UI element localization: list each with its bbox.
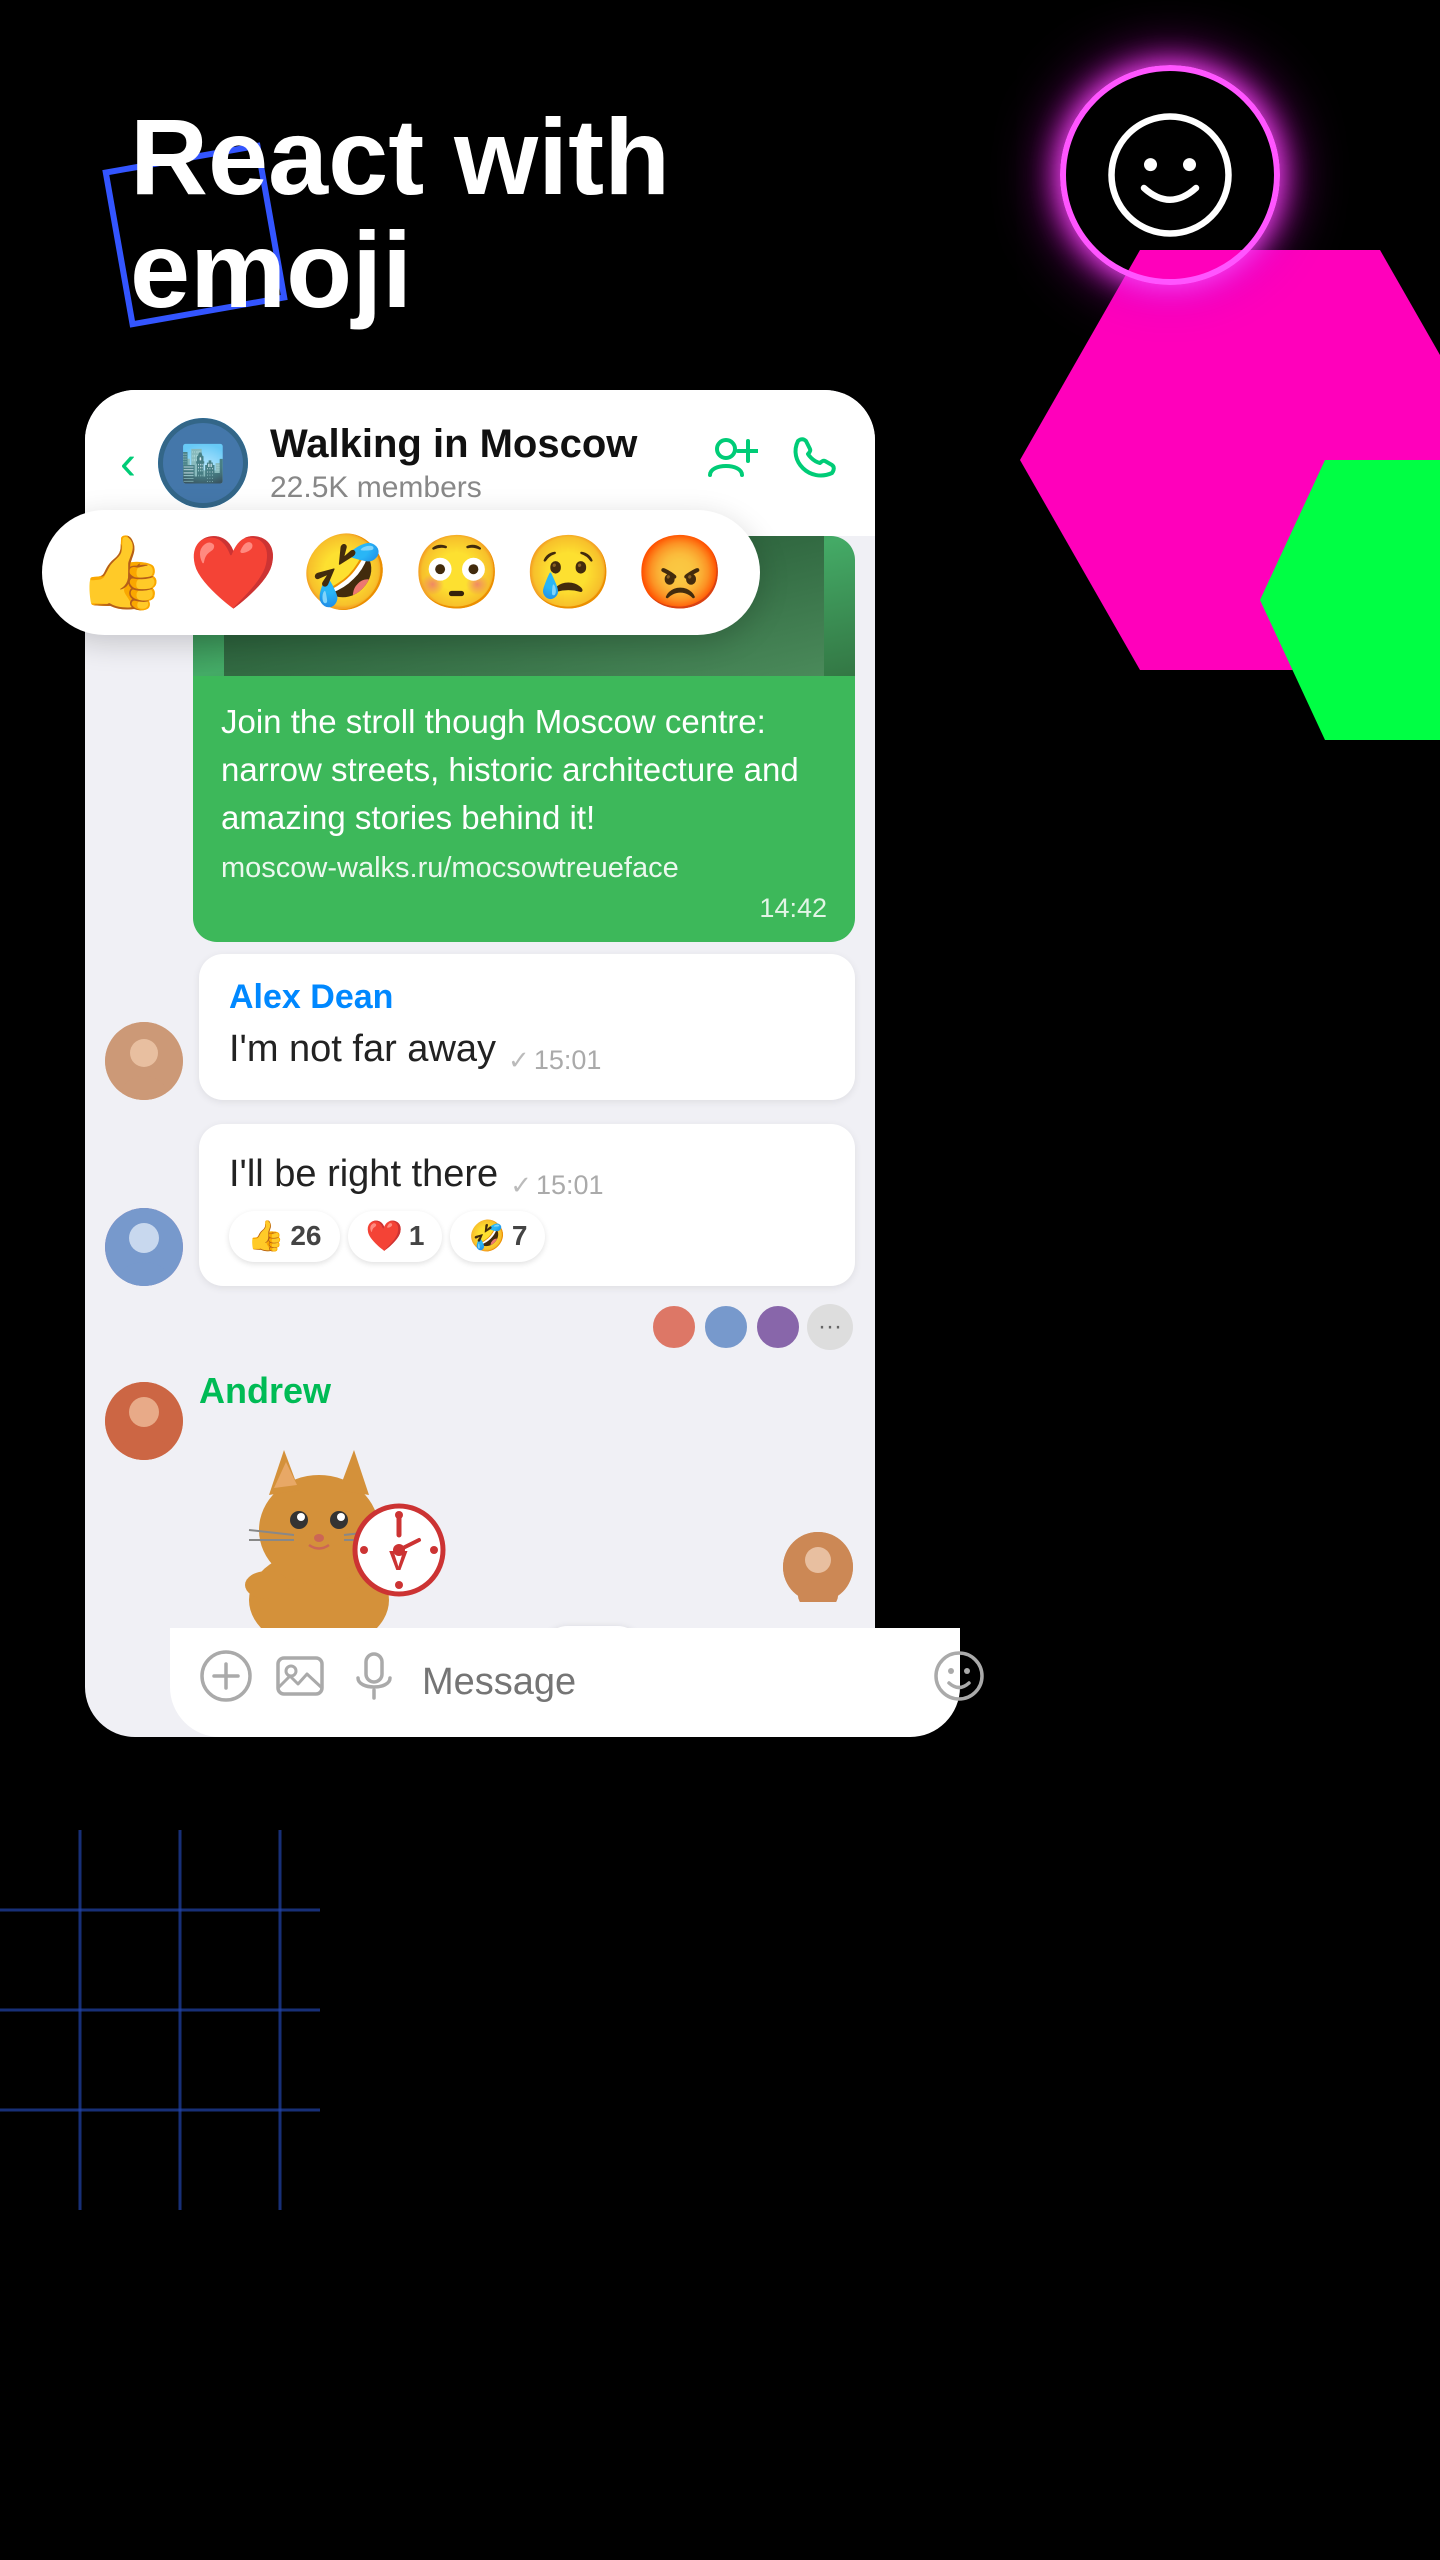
green-message-text: Join the stroll though Moscow centre: na…: [221, 698, 827, 842]
alex-dean-bubble: Alex Dean I'm not far away ✓ 15:01: [199, 954, 855, 1100]
grid-lines-decoration: [0, 1830, 320, 2210]
alex-dean-text: I'm not far away: [229, 1023, 496, 1076]
alex-dean-name: Alex Dean: [229, 978, 825, 1017]
laugh-emoji: 🤣: [468, 1219, 505, 1254]
heart-emoji: ❤️: [366, 1219, 403, 1254]
alex-dean-message: Alex Dean I'm not far away ✓ 15:01: [199, 954, 855, 1100]
hero-title-line1: React with: [130, 96, 670, 217]
green-bubble: Join the stroll though Moscow centre: na…: [193, 676, 855, 942]
bottom-bar: [170, 1628, 960, 1737]
message-row-righthere: I'll be right there ✓ 15:01 👍 26: [85, 1112, 875, 1298]
reactions-row: 👍 26 ❤️ 1 🤣 7: [229, 1211, 825, 1262]
alex-dean-avatar: [105, 1022, 183, 1100]
plus-icon[interactable]: [200, 1650, 252, 1715]
right-there-time: 15:01: [536, 1170, 604, 1201]
right-there-bubble-container: I'll be right there ✓ 15:01 👍 26: [199, 1124, 855, 1286]
svg-text:🏙️: 🏙️: [181, 443, 226, 484]
emoji-heart[interactable]: ❤️: [189, 530, 279, 615]
cat-sticker: V: [199, 1420, 459, 1660]
message-input[interactable]: [422, 1661, 911, 1704]
right-there-message: I'll be right there ✓ 15:01 👍 26: [199, 1124, 855, 1286]
seen-avatar-2: [703, 1304, 749, 1350]
seen-row: ···: [85, 1304, 875, 1350]
andrew-avatar: [105, 1382, 183, 1460]
chat-actions: [706, 431, 840, 495]
emoji-rofl[interactable]: 🤣: [300, 530, 390, 615]
check-read-alex: ✓: [508, 1045, 530, 1076]
green-message-link: moscow-walks.ru/mocsowtreueface: [221, 852, 827, 885]
thumbsup-emoji: 👍: [247, 1219, 284, 1254]
emoji-picker-icon[interactable]: [933, 1650, 985, 1715]
emoji-cry[interactable]: 😢: [524, 530, 614, 615]
neon-emoji-circle: [1060, 65, 1280, 285]
add-member-icon[interactable]: [706, 431, 758, 495]
mic-icon[interactable]: [348, 1650, 400, 1715]
alex-dean-time: 15:01: [534, 1045, 602, 1076]
laugh-count: 7: [512, 1220, 528, 1252]
floating-user-avatar[interactable]: [783, 1532, 853, 1602]
chat-members: 22.5K members: [270, 471, 684, 505]
right-there-text: I'll be right there: [229, 1148, 498, 1201]
hero-title: React with emoji: [130, 100, 670, 327]
neon-smiley-icon: [1105, 110, 1235, 240]
call-icon[interactable]: [788, 431, 840, 495]
andrew-name: Andrew: [199, 1362, 855, 1420]
message-row-alexdean: Alex Dean I'm not far away ✓ 15:01: [85, 942, 875, 1112]
seen-avatar-1: [651, 1304, 697, 1350]
chat-name: Walking in Moscow: [270, 422, 684, 467]
heart-count: 1: [409, 1220, 425, 1252]
emoji-angry[interactable]: 😡: [635, 530, 725, 615]
reaction-heart[interactable]: ❤️ 1: [348, 1211, 443, 1262]
seen-avatar-3: [755, 1304, 801, 1350]
reaction-laugh[interactable]: 🤣 7: [450, 1211, 545, 1262]
thumbsup-count: 26: [290, 1220, 321, 1252]
emoji-thumbsup[interactable]: 👍: [77, 530, 167, 615]
check-read-right: ✓: [510, 1170, 532, 1201]
messages-area: 🏙️ Join the stroll though Moscow centre:…: [85, 536, 875, 1707]
group-avatar-image: 🏙️: [158, 418, 248, 508]
image-picker-icon[interactable]: [274, 1650, 326, 1715]
green-message-time: 14:42: [221, 893, 827, 924]
svg-text:V: V: [389, 1545, 408, 1576]
emoji-eyes[interactable]: 😳: [412, 530, 502, 615]
chat-avatar: 🏙️: [158, 418, 248, 508]
reaction-thumbsup[interactable]: 👍 26: [229, 1211, 340, 1262]
emoji-reaction-bar: 👍 ❤️ 🤣 😳 😢 😡: [42, 510, 760, 635]
back-button[interactable]: ‹: [120, 436, 136, 491]
seen-more-button[interactable]: ···: [807, 1304, 853, 1350]
guy-avatar: [105, 1208, 183, 1286]
chat-info: Walking in Moscow 22.5K members: [270, 422, 684, 505]
hero-title-line2: emoji: [130, 209, 412, 330]
